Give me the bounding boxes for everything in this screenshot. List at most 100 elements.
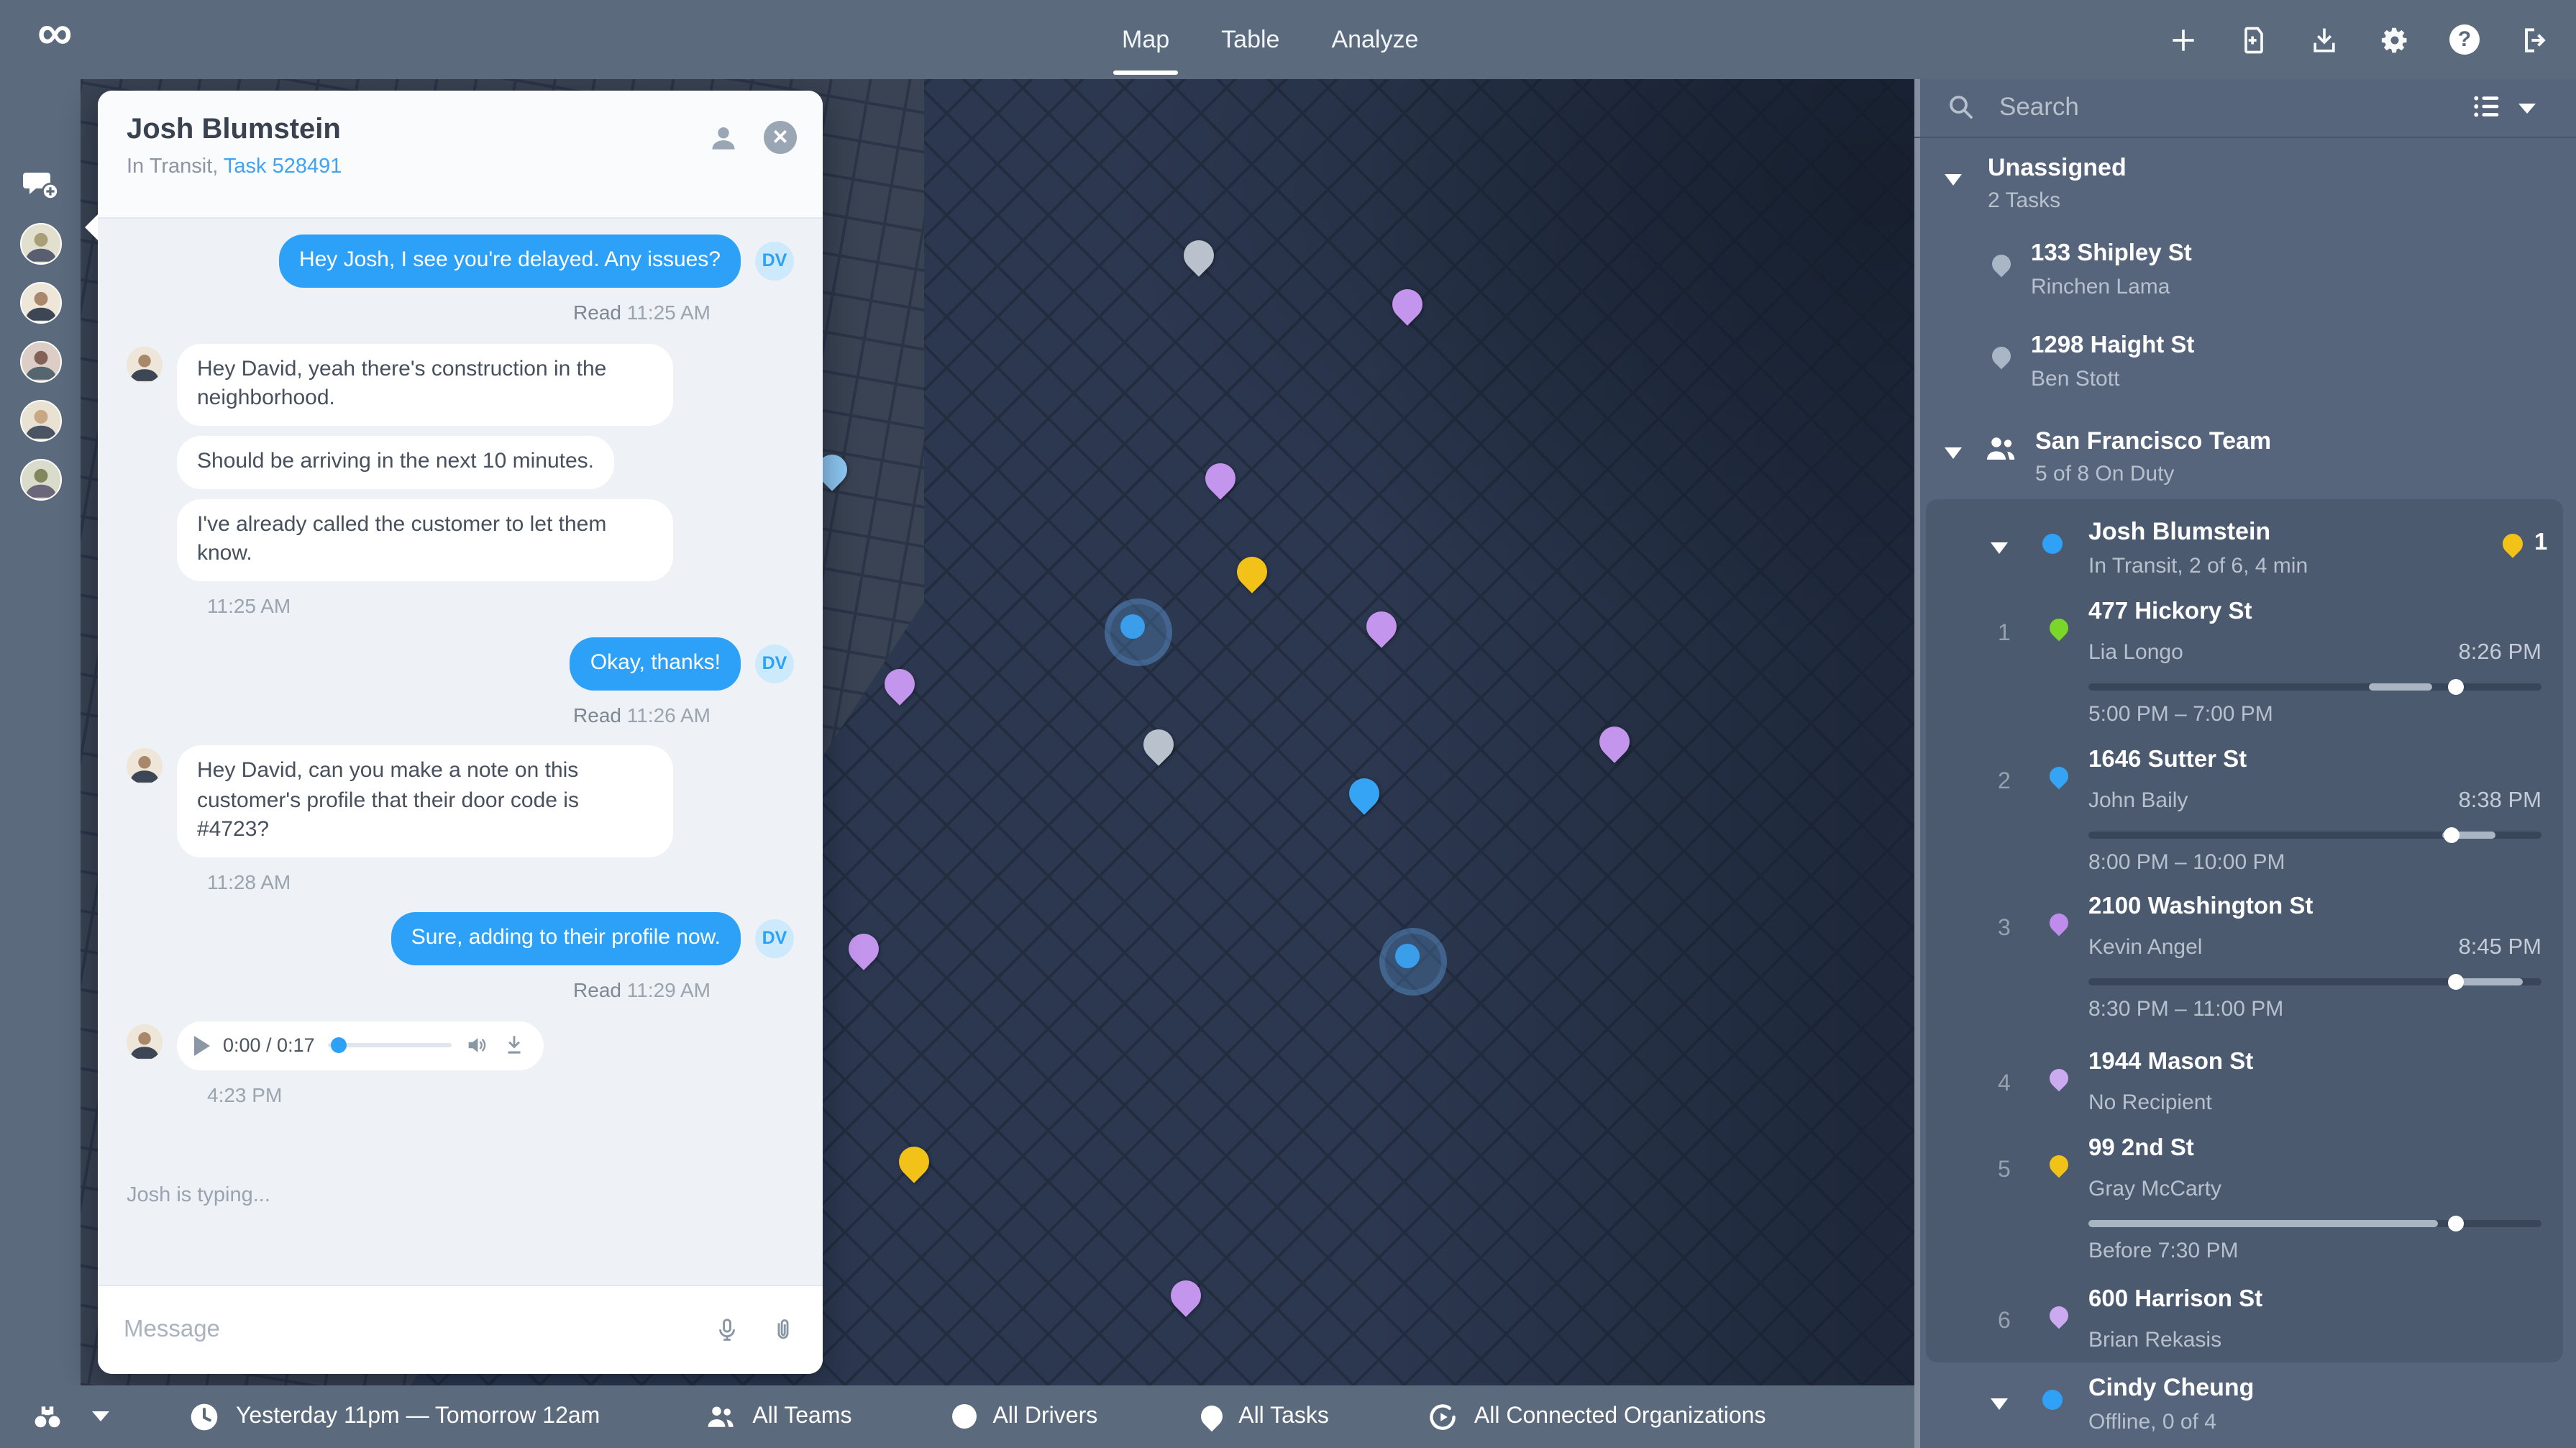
driver-location-dot[interactable] — [1395, 944, 1420, 968]
message-bubble: Should be arriving in the next 10 minute… — [177, 436, 614, 488]
message-sent: Sure, adding to their profile now. DV — [127, 912, 794, 965]
collapse-unassigned-icon[interactable] — [1945, 174, 1962, 186]
filter-bar: Yesterday 11pm — Tomorrow 12am All Teams… — [0, 1385, 1914, 1448]
task-address: 2100 Washington St — [2088, 893, 2313, 921]
sidebar-scrollbar[interactable] — [1914, 79, 1919, 1448]
search-icon — [1946, 92, 1976, 122]
sort-caret-icon[interactable] — [2518, 104, 2536, 114]
read-receipt: Read 11:25 AM — [127, 300, 794, 323]
logout-icon[interactable] — [2518, 24, 2550, 55]
message-input[interactable] — [124, 1316, 685, 1344]
play-icon[interactable] — [194, 1035, 210, 1055]
task-number: 6 — [1998, 1309, 2011, 1335]
microphone-icon[interactable] — [713, 1315, 741, 1345]
tab-map[interactable]: Map — [1122, 0, 1169, 79]
search-input[interactable]: Search — [1999, 92, 2431, 122]
tasks-filter[interactable]: All Tasks — [1201, 1404, 1329, 1430]
tab-table[interactable]: Table — [1221, 0, 1279, 79]
volume-icon[interactable] — [465, 1033, 489, 1057]
audio-message-player: 0:00 / 0:17 — [177, 1021, 544, 1070]
progress-fill — [2370, 683, 2433, 691]
avatar-driver-5[interactable] — [20, 459, 62, 501]
teams-filter[interactable]: All Teams — [705, 1401, 851, 1433]
driver-name: Cindy Cheung — [2088, 1374, 2254, 1403]
task-progress-bar[interactable] — [2088, 978, 2541, 985]
progress-handle[interactable] — [2444, 827, 2459, 843]
add-icon[interactable] — [2168, 24, 2199, 55]
audio-download-icon[interactable] — [502, 1033, 526, 1057]
chat-driver-name: Josh Blumstein — [127, 114, 794, 147]
map-visibility-menu[interactable] — [32, 1401, 109, 1433]
message-sent: Okay, thanks! DV — [127, 637, 794, 690]
attachment-paperclip-icon[interactable] — [769, 1315, 797, 1345]
list-view-icon[interactable] — [2472, 94, 2501, 119]
chat-message-list[interactable]: Hey Josh, I see you're delayed. Any issu… — [98, 220, 823, 1221]
group-subtitle: 2 Tasks — [1988, 188, 2060, 213]
task-progress-bar[interactable] — [2088, 832, 2541, 839]
message-bubble: Sure, adding to their profile now. — [391, 912, 741, 965]
message-timestamp: 11:25 AM — [207, 594, 794, 617]
message-received-audio: 0:00 / 0:17 — [127, 1021, 794, 1070]
message-sent: Hey Josh, I see you're delayed. Any issu… — [127, 234, 794, 287]
task-pin-icon — [2046, 763, 2073, 790]
progress-handle[interactable] — [2448, 1216, 2464, 1231]
tab-analyze[interactable]: Analyze — [1331, 0, 1418, 79]
task-progress-bar[interactable] — [2088, 1220, 2541, 1227]
driver-avatar — [127, 748, 163, 784]
task-recipient: Ben Stott — [2031, 367, 2119, 391]
driver-location-dot[interactable] — [1120, 614, 1145, 639]
chat-status-text: In Transit, — [127, 155, 218, 178]
driver-status-dot — [2042, 534, 2063, 554]
chat-rail — [0, 79, 81, 1385]
app-logo-infinity-icon[interactable]: ∞ — [37, 6, 73, 62]
time-filter[interactable]: Yesterday 11pm — Tomorrow 12am — [188, 1401, 600, 1433]
drivers-filter[interactable]: All Drivers — [952, 1404, 1097, 1430]
collapse-driver-icon[interactable] — [1991, 542, 2008, 554]
organizations-filter[interactable]: All Connected Organizations — [1427, 1401, 1766, 1433]
collapse-team-icon[interactable] — [1945, 447, 1962, 459]
task-address: 99 2nd St — [2088, 1135, 2194, 1162]
message-received: Hey David, yeah there's construction in … — [127, 343, 794, 581]
audio-seek-handle[interactable] — [330, 1037, 346, 1053]
task-window: Before 7:30 PM — [2088, 1239, 2238, 1263]
receipt-time: 11:25 AM — [627, 300, 711, 323]
task-eta: 8:45 PM — [2459, 935, 2541, 961]
import-tasks-icon[interactable] — [2238, 24, 2270, 55]
receipt-label: Read — [573, 978, 621, 1001]
task-number: 5 — [1998, 1158, 2011, 1184]
task-window: 8:30 PM – 11:00 PM — [2088, 997, 2283, 1021]
message-bubble: Hey David, yeah there's construction in … — [177, 343, 673, 426]
close-icon[interactable]: ✕ — [764, 121, 797, 154]
task-pin-icon — [1197, 1401, 1227, 1431]
task-pin-icon — [2046, 1303, 2073, 1329]
audio-seek-slider[interactable] — [328, 1043, 452, 1048]
collapse-driver-icon[interactable] — [1991, 1398, 2008, 1410]
task-eta: 8:38 PM — [2459, 788, 2541, 814]
task-pin-icon — [2046, 910, 2073, 937]
progress-handle[interactable] — [2448, 974, 2464, 990]
settings-gear-icon[interactable] — [2379, 24, 2411, 55]
message-bubble: Hey Josh, I see you're delayed. Any issu… — [279, 234, 741, 287]
progress-handle[interactable] — [2448, 679, 2464, 695]
task-window: 8:00 PM – 10:00 PM — [2088, 850, 2285, 875]
task-address: 1944 Mason St — [2088, 1049, 2253, 1076]
task-address: 1646 Sutter St — [2088, 747, 2247, 774]
avatar-driver-4[interactable] — [20, 400, 62, 442]
task-address: 1298 Haight St — [2031, 332, 2194, 360]
new-chat-icon[interactable] — [20, 168, 60, 203]
chat-input-row — [98, 1285, 823, 1374]
avatar-driver-2-active[interactable] — [20, 282, 62, 324]
task-progress-bar[interactable] — [2088, 683, 2541, 691]
typing-indicator: Josh is typing... — [127, 1184, 270, 1207]
driver-profile-icon[interactable] — [708, 122, 739, 154]
avatar-driver-1[interactable] — [20, 223, 62, 265]
export-download-icon[interactable] — [2308, 24, 2340, 55]
help-icon[interactable]: ? — [2449, 24, 2480, 55]
task-address: 133 Shipley St — [2031, 240, 2192, 268]
avatar-driver-3[interactable] — [20, 341, 62, 383]
driver-name[interactable]: Josh Blumstein — [2088, 518, 2270, 547]
driver-status: In Transit, 2 of 6, 4 min — [2088, 554, 2308, 578]
chat-task-link[interactable]: Task 528491 — [224, 155, 342, 178]
driver-status-dot — [2042, 1390, 2063, 1410]
task-address: 600 Harrison St — [2088, 1286, 2262, 1313]
